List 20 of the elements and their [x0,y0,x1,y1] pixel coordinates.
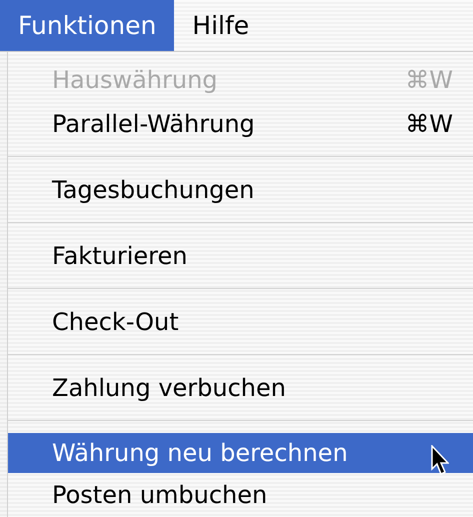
mouse-pointer-icon [431,445,449,475]
menu-title[interactable]: Funktionen [0,0,174,51]
menu-item-label: Check-Out [52,308,179,336]
menu-item-label: Fakturieren [52,242,188,270]
menu-title[interactable]: Hilfe [174,0,268,51]
menu-item[interactable]: Zahlung verbuchen [8,366,473,410]
menu-item[interactable]: Tagesbuchungen [8,168,473,212]
menu-item[interactable]: Parallel-Währung ⌘W [8,102,473,146]
menu-item-label: Zahlung verbuchen [52,374,286,402]
menu-item[interactable]: Fakturieren [8,234,473,278]
menu-item-label: Posten umbuchen [52,481,268,509]
shortcut-label: ⌘W [405,66,453,94]
shortcut-label: ⌘W [405,110,453,138]
menu-item-label: Währung neu berechnen [52,439,348,467]
menu-item-label: Tagesbuchungen [52,176,254,204]
menu-item-label: Hauswährung [52,66,218,94]
menu-item[interactable]: Posten umbuchen [8,473,473,517]
menu-item-label: Parallel-Währung [52,110,255,138]
menu-item[interactable]: Check-Out [8,300,473,344]
menu-item[interactable]: Währung neu berechnen [8,433,473,473]
